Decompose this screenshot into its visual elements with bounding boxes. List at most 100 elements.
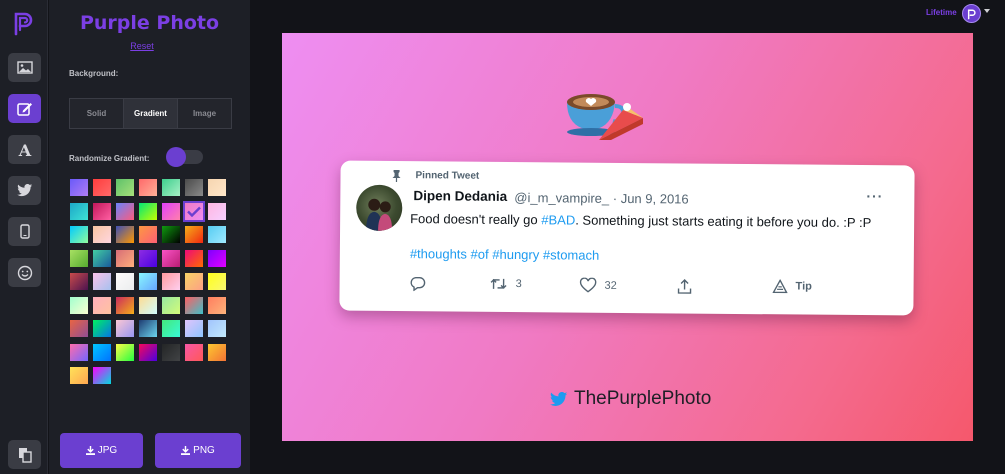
like-button[interactable]: 32 [579,277,617,293]
background-option-image[interactable]: Image [178,99,231,128]
gradient-swatch[interactable] [139,296,157,314]
gradient-swatch[interactable] [116,179,134,196]
account-menu-caret[interactable] [984,9,990,13]
gradient-swatch[interactable] [93,296,111,314]
gradient-swatch[interactable] [116,343,134,361]
gradient-swatch[interactable] [116,273,134,290]
smiley-icon [17,265,32,280]
tip-button[interactable]: Tip [772,279,812,294]
gradient-swatch[interactable] [185,320,203,337]
gradient-swatch[interactable] [139,179,157,196]
share-icon [677,279,692,294]
gradient-swatch[interactable] [183,200,205,222]
gradient-swatch[interactable] [93,179,111,196]
device-tool-button[interactable] [8,217,41,246]
image-tool-button[interactable] [8,53,41,82]
tweet-author-name: Dipen Dedania [413,188,508,204]
gradient-swatch[interactable] [208,249,226,267]
hashtag-link[interactable]: #BAD [541,212,575,227]
gradient-swatch[interactable] [93,367,111,384]
gradient-swatch[interactable] [116,320,134,337]
reply-icon [410,276,426,292]
gradient-swatch[interactable] [208,320,226,337]
gradient-swatch[interactable] [185,296,203,314]
gradient-swatch[interactable] [208,343,226,361]
gradient-swatch[interactable] [162,343,180,361]
gradient-swatch[interactable] [116,296,134,314]
twitter-tool-button[interactable] [8,176,41,205]
retweet-button[interactable]: 3 [490,277,522,291]
gradient-swatch[interactable] [70,179,88,196]
gradient-swatch[interactable] [116,226,134,243]
copy-icon [18,447,32,463]
gradient-swatch[interactable] [93,273,111,290]
hashtag-link[interactable]: #of [471,247,489,262]
gradient-swatch[interactable] [116,249,134,267]
tweet-hashtags: #thoughts #of #hungry #stomach [410,246,600,263]
background-option-gradient[interactable]: Gradient [124,99,178,128]
svg-text:A: A [17,142,31,158]
gradient-swatch[interactable] [93,320,111,337]
gradient-swatch[interactable] [93,226,111,243]
download-jpg-button[interactable]: JPG [60,433,143,468]
gradient-swatch[interactable] [208,226,226,243]
account-avatar[interactable] [962,4,981,23]
gradient-swatch[interactable] [116,202,134,220]
gradient-swatch[interactable] [70,367,88,384]
gradient-swatch[interactable] [185,343,203,361]
gradient-swatch[interactable] [70,202,88,220]
pinned-tweet-label: Pinned Tweet [415,170,480,182]
hashtag-link[interactable]: #stomach [543,247,600,262]
gradient-swatch[interactable] [70,226,88,243]
emoji-tool-button[interactable] [8,258,41,287]
reset-link[interactable]: Reset [49,41,235,51]
gradient-swatch[interactable] [162,273,180,290]
copy-tool-button[interactable] [8,440,41,469]
gradient-swatch[interactable] [162,226,180,243]
randomize-gradient-toggle[interactable] [166,147,203,167]
gradient-swatch[interactable] [139,202,157,220]
gradient-swatch[interactable] [208,202,226,220]
reply-button[interactable] [410,276,426,292]
background-label: Background: [69,69,119,78]
gradient-swatch[interactable] [185,273,203,290]
gradient-swatch[interactable] [70,296,88,314]
plan-label: Lifetime [926,8,957,17]
hashtag-link[interactable]: #thoughts [410,246,467,261]
gradient-swatch[interactable] [162,179,180,196]
gradient-swatch[interactable] [70,273,88,290]
gradient-swatch[interactable] [139,343,157,361]
more-options-button[interactable]: ··· [866,188,883,204]
gradient-swatch[interactable] [162,320,180,337]
gradient-swatch[interactable] [185,179,203,196]
text-tool-button[interactable]: A [8,135,41,164]
gradient-swatch[interactable] [162,296,180,314]
gradient-swatch[interactable] [208,273,226,290]
gradient-swatch[interactable] [162,202,180,220]
gradient-swatch[interactable] [185,249,203,267]
tweet-card: Pinned Tweet Dipen Dedania @i_m_vampire_… [339,160,915,316]
gradient-swatch[interactable] [208,296,226,314]
gradient-swatch[interactable] [208,179,226,196]
gradient-swatch[interactable] [139,320,157,337]
download-png-button[interactable]: PNG [155,433,241,468]
tweet-meta: @i_m_vampire_ · Jun 9, 2016 [514,190,689,207]
twitter-icon [550,391,568,406]
gradient-swatch[interactable] [93,202,111,220]
hashtag-link[interactable]: #hungry [492,247,539,262]
edit-tool-button[interactable] [8,94,41,123]
edit-icon [16,103,32,116]
gradient-swatch[interactable] [70,320,88,337]
gradient-swatch[interactable] [139,226,157,243]
share-button[interactable] [677,278,693,294]
gradient-swatch[interactable] [139,273,157,290]
background-option-solid[interactable]: Solid [70,99,124,128]
gradient-swatch[interactable] [93,249,111,267]
gradient-swatch[interactable] [162,249,180,267]
gradient-swatch[interactable] [139,249,157,267]
tweet-text: Food doesn't really go #BAD. Something j… [410,209,900,232]
gradient-swatch[interactable] [70,249,88,267]
gradient-swatch[interactable] [93,343,111,361]
gradient-swatch[interactable] [70,343,88,361]
gradient-swatch[interactable] [185,226,203,243]
